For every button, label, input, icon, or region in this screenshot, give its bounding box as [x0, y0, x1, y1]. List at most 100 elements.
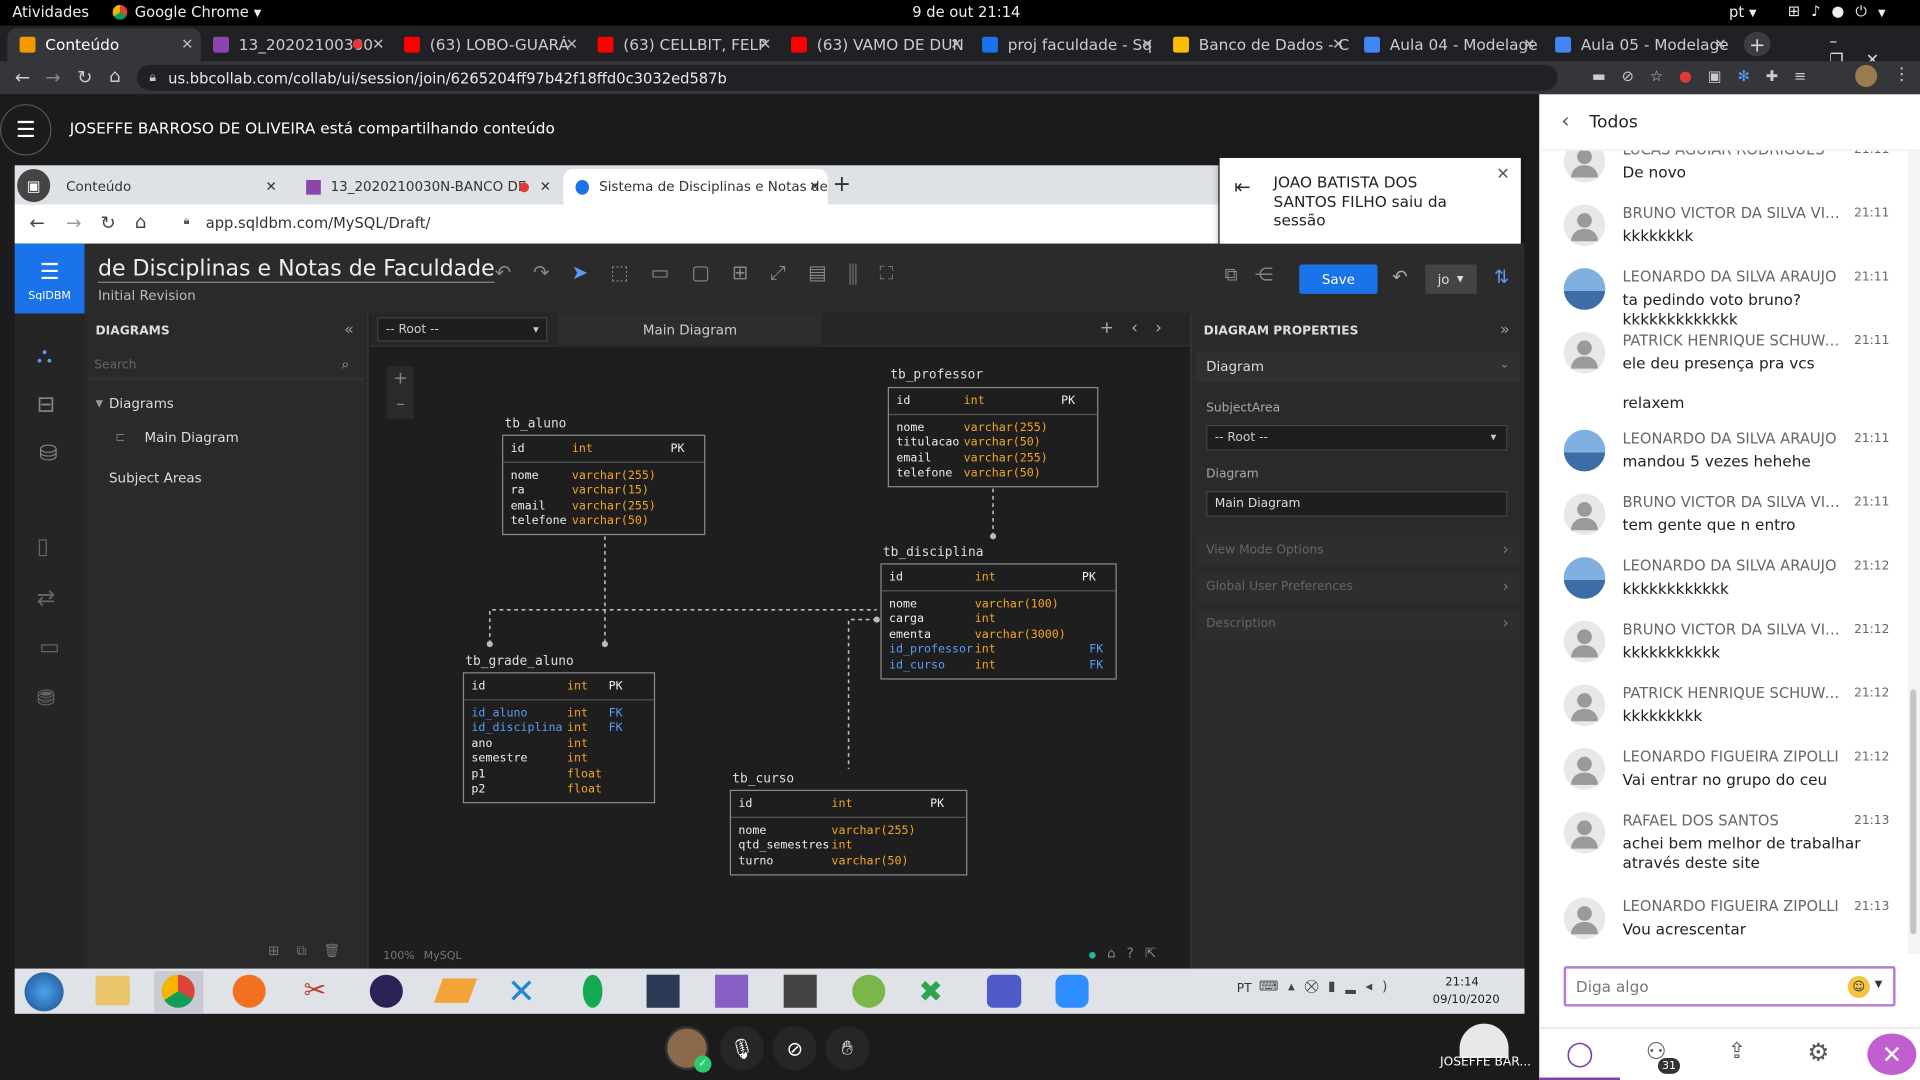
- browser-tab[interactable]: (63) LOBO-GUARÁ ✕: [392, 28, 585, 61]
- share-content-icon[interactable]: ⇪: [1728, 1038, 1746, 1064]
- column-type: varchar(255): [571, 499, 656, 513]
- close-icon[interactable]: ✕: [1332, 36, 1344, 53]
- extension-icons[interactable]: ▬⊘☆●▣✻✚≡: [1592, 67, 1822, 84]
- diagram-icon: ⛬: [36, 342, 53, 369]
- column-type: int: [974, 570, 996, 585]
- revert-icon: ↶: [1392, 265, 1408, 288]
- eye-off-icon[interactable]: ⊘: [1622, 67, 1650, 84]
- extension-icon[interactable]: ●: [1679, 67, 1708, 84]
- sender-name: RAFAEL DOS SANTOS: [1622, 811, 1779, 829]
- star-icon[interactable]: ☆: [1650, 67, 1679, 84]
- chat-message: BRUNO VICTOR DA SILVA VICEN... 21:11 tem g…: [1563, 493, 1895, 557]
- settings-icon[interactable]: ⚙: [1807, 1037, 1829, 1066]
- emoji-icon[interactable]: ☺: [1847, 975, 1870, 998]
- close-icon[interactable]: ✕: [1141, 36, 1153, 53]
- close-icon[interactable]: ✕: [372, 36, 384, 53]
- chrome-icon: [112, 4, 128, 20]
- sender-name: LUCAS AGUIAR RODRIGUES: [1622, 151, 1842, 158]
- sender-name: PATRICK HENRIQUE SCHUWART...: [1622, 684, 1843, 702]
- column-row: carga int: [889, 612, 1108, 627]
- microphone-off-button[interactable]: 🎙︎: [720, 1026, 765, 1071]
- extension-icon[interactable]: ▣: [1708, 67, 1738, 84]
- docs-icon: [1364, 36, 1381, 53]
- camera-off-button[interactable]: ⊘: [772, 1026, 817, 1071]
- chat-footer-tabs: ◯ ⚇ 31 ⇪ ⚙ ✕: [1539, 1027, 1920, 1080]
- message-text: kkkkkkkkkkkk: [1622, 579, 1729, 598]
- address-bar[interactable]: 🔒︎ us.bbcollab.com/collab/ui/session/joi…: [137, 64, 1558, 91]
- column-type: int: [566, 752, 588, 766]
- chevron-right-icon: ›: [1502, 541, 1509, 560]
- column-name: ano: [471, 736, 493, 751]
- close-icon[interactable]: ✕: [1714, 36, 1726, 53]
- diagram-node-icon: ⊏: [115, 431, 126, 445]
- column-name: nome: [510, 468, 539, 483]
- close-icon[interactable]: ✕: [759, 36, 771, 53]
- user-avatar-icon: [1563, 493, 1606, 536]
- playlist-icon[interactable]: ≡: [1794, 67, 1822, 84]
- section-label: Diagram: [1206, 358, 1264, 375]
- relation-icon: ⤢: [770, 260, 808, 285]
- chevron-down-icon: ▼: [95, 397, 104, 409]
- close-icon[interactable]: ✕: [181, 36, 193, 53]
- forward-icon[interactable]: →: [45, 66, 60, 88]
- browser-tab[interactable]: (63) VAMO DE DUN ✕: [779, 28, 970, 61]
- raise-hand-button[interactable]: ✋︎: [825, 1026, 870, 1071]
- close-icon[interactable]: ✕: [1523, 36, 1535, 53]
- notification-text: JOAO BATISTA DOS SANTOS FILHO saiu da se…: [1273, 172, 1447, 229]
- browser-tab[interactable]: (63) CELLBIT, FELP ✕: [585, 28, 778, 61]
- column-name: titulacao: [896, 436, 960, 450]
- db-type: MySQL: [423, 950, 462, 963]
- er-table-tb-aluno: id int PK nome varchar(255) ra varchar(15) e…: [502, 434, 706, 536]
- puzzle-icon[interactable]: ✚: [1766, 67, 1794, 84]
- chevron-down-icon[interactable]: ▼: [1875, 978, 1883, 989]
- leave-notification: ⇤ JOAO BATISTA DOS SANTOS FILHO saiu da …: [1219, 157, 1521, 247]
- minimize-icon[interactable]: –: [1829, 33, 1859, 51]
- home-icon[interactable]: ⌂: [109, 65, 121, 87]
- shared-tab: 13_2020210030N-BANCO DE ✕: [294, 169, 558, 205]
- camera-icon[interactable]: ▬: [1592, 67, 1622, 84]
- back-icon[interactable]: ←: [15, 66, 30, 88]
- browser-tab[interactable]: Conteúdo ✕: [7, 28, 201, 62]
- column-type: varchar(255): [963, 451, 1048, 466]
- chat-icon[interactable]: ◯: [1566, 1038, 1593, 1067]
- app-menu[interactable]: Google Chrome ▼: [112, 4, 261, 21]
- browser-tab[interactable]: 13_20202100300 ✕: [201, 28, 392, 61]
- avatar[interactable]: [1855, 64, 1878, 87]
- close-panel-button[interactable]: ✕: [1867, 1033, 1917, 1076]
- reload-icon[interactable]: ↻: [77, 66, 92, 88]
- browser-tab[interactable]: Banco de Dados - C ✕: [1161, 28, 1352, 61]
- user-avatar-icon: [1563, 748, 1606, 790]
- activities-button[interactable]: Atividades: [12, 4, 89, 21]
- user-avatar-icon: [1563, 150, 1606, 183]
- chat-message: BRUNO VICTOR DA SILVA VICEN... 21:11 kkkkk…: [1563, 204, 1895, 268]
- chat-message: LUCAS AGUIAR RODRIGUES 21:11 De novo: [1563, 150, 1895, 205]
- back-chevron-icon[interactable]: ‹: [1561, 109, 1569, 133]
- pk-row: id int PK: [731, 791, 967, 818]
- chat-panel: ‹ Todos LUCAS AGUIAR RODRIGUES 21:11 De no…: [1539, 94, 1920, 1080]
- sort-icon: ⇅: [1493, 265, 1510, 288]
- close-icon[interactable]: ✕: [950, 36, 962, 53]
- extension-icon[interactable]: ✻: [1738, 67, 1766, 84]
- scrollbar[interactable]: [1907, 150, 1920, 954]
- close-icon[interactable]: ✕: [566, 36, 578, 53]
- language-menu[interactable]: pt ▼: [1729, 4, 1757, 21]
- chat-message: BRUNO VICTOR DA SILVA VICEN... 21:12 kkkkk…: [1563, 620, 1895, 685]
- column-type: int: [831, 797, 853, 811]
- clock[interactable]: 9 de out 21:14: [912, 4, 1020, 21]
- browser-tab[interactable]: proj faculdade - Sq ✕: [970, 28, 1161, 61]
- shared-browser-toolbar: ← → ↻ ⌂ 🔒︎ app.sqldbm.com/MySQL/Draft/: [14, 204, 1219, 244]
- pk-row: id int PK: [464, 673, 654, 701]
- description-section: Description ›: [1196, 609, 1520, 640]
- column-row: nome varchar(255): [738, 823, 958, 838]
- new-tab-button[interactable]: +: [1743, 31, 1771, 57]
- system-tray[interactable]: ⊞♪●⏻▼: [1788, 2, 1897, 20]
- scrollbar-thumb[interactable]: [1910, 689, 1917, 935]
- chat-input[interactable]: Diga algo ☺ ▼: [1563, 966, 1896, 1007]
- undo-icon: ↶: [494, 260, 534, 285]
- hamburger-menu-icon[interactable]: ☰: [0, 104, 52, 156]
- close-icon[interactable]: ✕: [1496, 165, 1509, 183]
- tab-favicon: [982, 36, 998, 53]
- more-menu-icon[interactable]: ⋮: [1893, 65, 1910, 85]
- browser-tab[interactable]: Aula 05 - Modelage ✕: [1543, 28, 1734, 61]
- browser-tab[interactable]: Aula 04 - Modelage ✕: [1352, 28, 1543, 61]
